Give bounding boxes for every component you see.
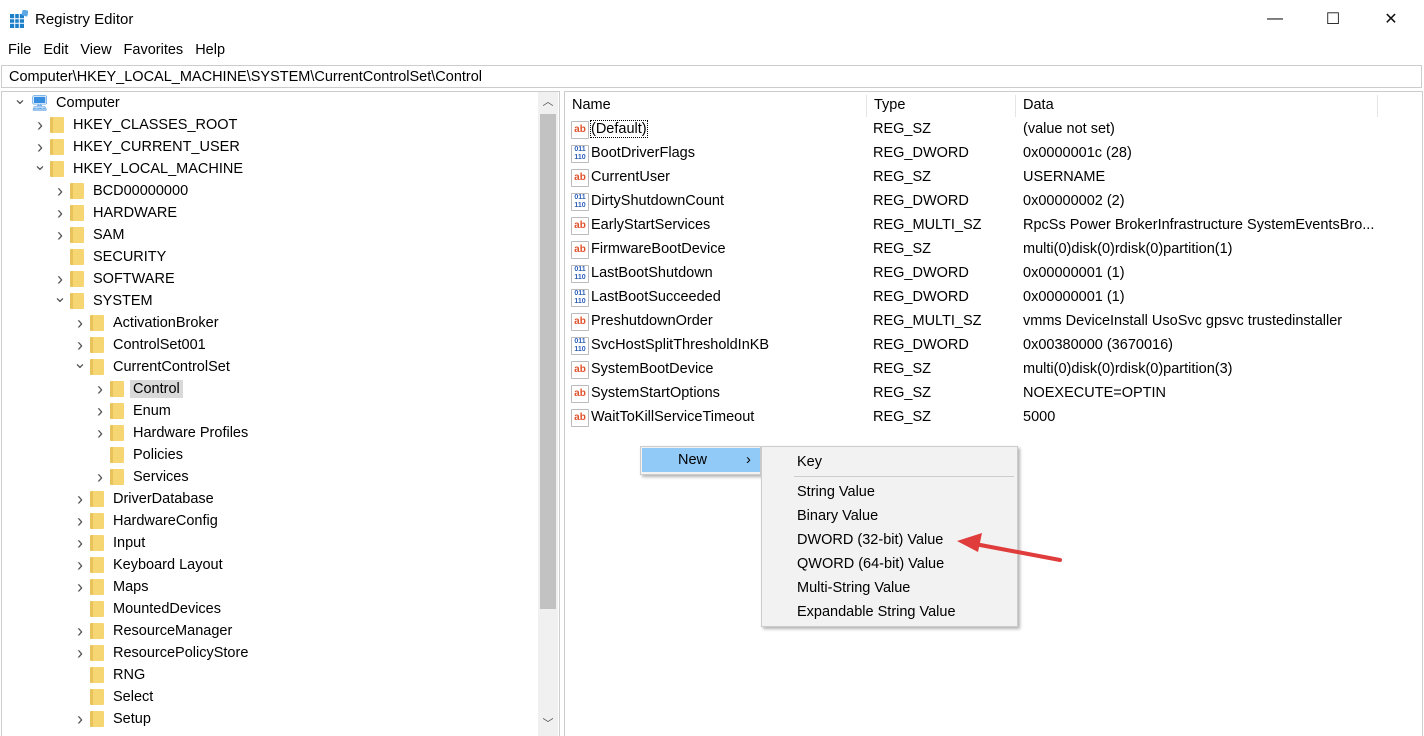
- annotation-arrow: [957, 533, 1062, 562]
